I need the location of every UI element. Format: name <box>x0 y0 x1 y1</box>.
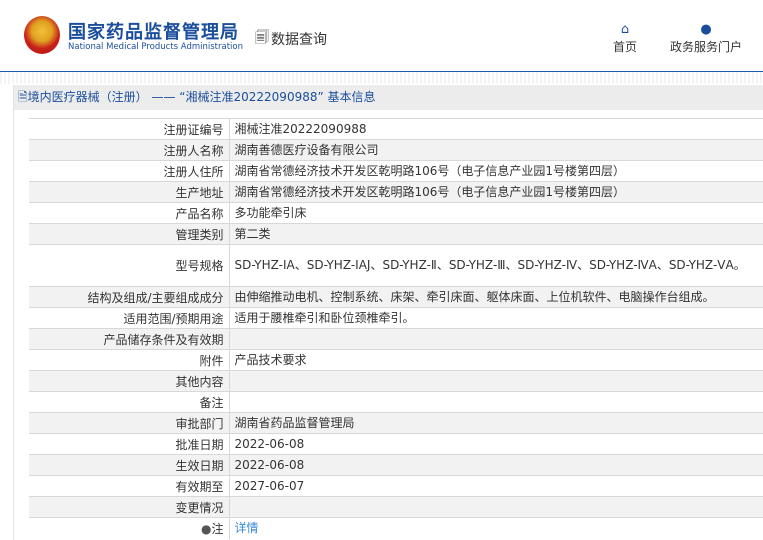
panel-title-text: 境内医疗器械（注册） —— “湘械注准20222090988” 基本信息 <box>27 90 376 104</box>
table-row: 批准日期 2022-06-08 <box>29 433 763 455</box>
row-label: 注册人住所 <box>29 160 230 182</box>
table-row: 附件 产品技术要求 <box>29 349 763 371</box>
row-label: 批准日期 <box>29 433 230 455</box>
row-value: 2022-06-08 <box>229 454 763 476</box>
row-label: 适用范围/预期用途 <box>29 307 230 329</box>
data-query-title: 🗐 数据查询 <box>255 27 327 51</box>
row-label: 其他内容 <box>29 370 230 392</box>
nav-gov-service-label: 政务服务门户 <box>670 40 743 54</box>
row-label: 审批部门 <box>29 412 230 434</box>
row-label: 备注 <box>29 391 230 413</box>
row-value: 适用于腰椎牵引和卧位颈椎牵引。 <box>229 307 763 329</box>
document-icon: 🗎 <box>18 90 28 104</box>
row-value: 由伸缩推动电机、控制系统、床架、牵引床面、躯体床面、上位机软件、电脑操作台组成。 <box>229 286 763 308</box>
table-row: 型号规格 SD-YHZ-ⅠA、SD-YHZ-ⅠAJ、SD-YHZ-Ⅱ、SD-YHZ… <box>29 244 763 287</box>
pin-icon: ● <box>201 521 212 536</box>
row-value: 湖南善德医疗设备有限公司 <box>229 139 763 161</box>
row-label: 变更情况 <box>29 496 230 518</box>
note-label: ●注 <box>29 517 230 539</box>
row-label: 注册人名称 <box>29 139 230 161</box>
panel-title: 🗎境内医疗器械（注册） —— “湘械注准20222090988” 基本信息 <box>14 85 763 110</box>
table-row: 适用范围/预期用途 适用于腰椎牵引和卧位颈椎牵引。 <box>29 307 763 329</box>
table-row: 生产地址 湖南省常德经济技术开发区乾明路106号（电子信息产业园1号楼第四层） <box>29 181 763 203</box>
table-row: 变更情况 <box>29 496 763 518</box>
row-value: 2022-06-08 <box>229 433 763 455</box>
user-icon: ● <box>700 22 712 37</box>
row-value <box>229 391 763 413</box>
row-value: 湖南省药品监督管理局 <box>229 412 763 434</box>
row-value: 多功能牵引床 <box>229 202 763 224</box>
row-label: 附件 <box>29 349 230 371</box>
table-row: 产品储存条件及有效期 <box>29 328 763 350</box>
row-value: 2027-06-07 <box>229 475 763 497</box>
row-label: 型号规格 <box>29 244 230 287</box>
table-row: 备注 <box>29 391 763 413</box>
table-row: 结构及组成/主要组成成分 由伸缩推动电机、控制系统、床架、牵引床面、躯体床面、上位… <box>29 286 763 308</box>
row-label: 产品储存条件及有效期 <box>29 328 230 350</box>
row-value: 产品技术要求 <box>229 349 763 371</box>
nav-home-label: 首页 <box>613 40 638 54</box>
row-label: 产品名称 <box>29 202 230 224</box>
detail-panel: 🗎境内医疗器械（注册） —— “湘械注准20222090988” 基本信息 注册… <box>13 85 763 540</box>
divider-band <box>0 72 763 84</box>
row-label: 有效期至 <box>29 475 230 497</box>
row-label: 生产地址 <box>29 181 230 203</box>
row-value <box>229 496 763 518</box>
row-value <box>229 370 763 392</box>
note-row: ●注 详情 <box>29 517 763 539</box>
table-row: 审批部门 湖南省药品监督管理局 <box>29 412 763 434</box>
row-value: SD-YHZ-ⅠA、SD-YHZ-ⅠAJ、SD-YHZ-Ⅱ、SD-YHZ-Ⅲ、S… <box>229 244 763 287</box>
row-label: 注册证编号 <box>29 118 230 140</box>
table-row: 注册人住所 湖南省常德经济技术开发区乾明路106号（电子信息产业园1号楼第四层） <box>29 160 763 182</box>
home-icon: ⌂ <box>620 22 630 37</box>
nav-gov-service[interactable]: ● 政务服务门户 <box>670 22 742 55</box>
table-row: 注册人名称 湖南善德医疗设备有限公司 <box>29 139 763 161</box>
document-search-icon: 🗐 <box>255 30 269 46</box>
row-label: 生效日期 <box>29 454 230 476</box>
row-value: 湖南省常德经济技术开发区乾明路106号（电子信息产业园1号楼第四层） <box>229 181 763 203</box>
site-header: 国家药品监督管理局 National Medical Products Admi… <box>0 0 763 72</box>
table-row: 其他内容 <box>29 370 763 392</box>
row-label: 管理类别 <box>29 223 230 245</box>
table-row: 产品名称 多功能牵引床 <box>29 202 763 224</box>
note-value: 详情 <box>229 517 763 539</box>
row-value: 湖南省常德经济技术开发区乾明路106号（电子信息产业园1号楼第四层） <box>229 160 763 182</box>
row-label: 结构及组成/主要组成成分 <box>29 286 230 308</box>
table-row: 生效日期 2022-06-08 <box>29 454 763 476</box>
table-row: 管理类别 第二类 <box>29 223 763 245</box>
detail-table: 注册证编号 湘械注准20222090988 注册人名称 湖南善德医疗设备有限公司 注册人… <box>29 118 763 539</box>
nav-home[interactable]: ⌂ 首页 <box>613 22 637 55</box>
national-emblem-logo <box>24 16 60 54</box>
details-link[interactable]: 详情 <box>235 521 259 535</box>
data-query-label: 数据查询 <box>271 32 327 48</box>
brand-title[interactable]: 国家药品监督管理局 <box>68 18 239 44</box>
brand-subtitle: National Medical Products Administration <box>68 42 243 52</box>
table-row: 有效期至 2027-06-07 <box>29 475 763 497</box>
row-value: 第二类 <box>229 223 763 245</box>
table-row: 注册证编号 湘械注准20222090988 <box>29 118 763 140</box>
row-value: 湘械注准20222090988 <box>229 118 763 140</box>
row-value <box>229 328 763 350</box>
